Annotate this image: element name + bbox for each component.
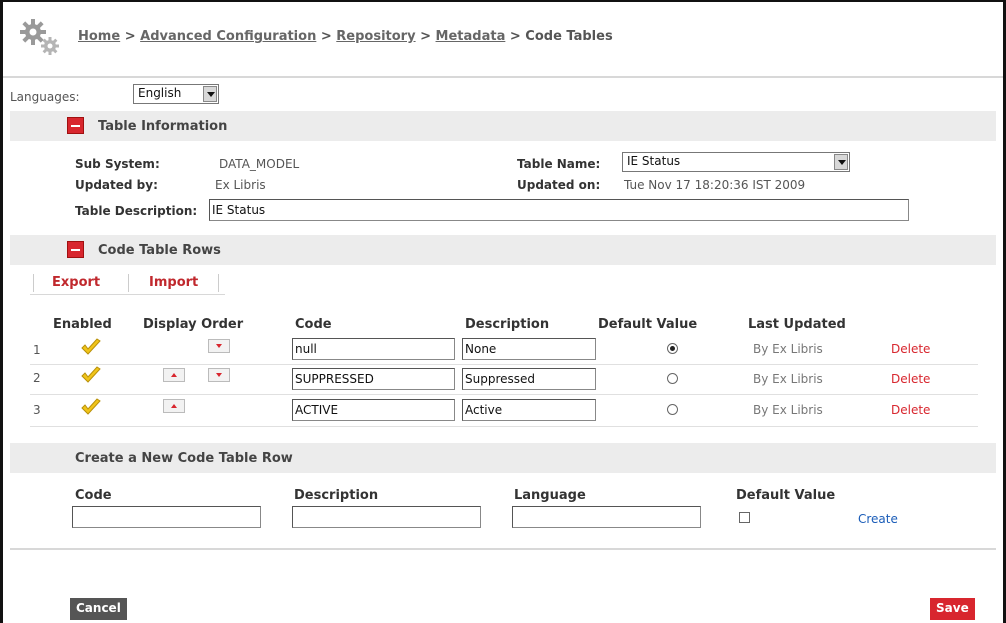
import-link[interactable]: Import	[149, 275, 198, 290]
export-link[interactable]: Export	[52, 275, 100, 290]
new-description-input[interactable]	[292, 506, 481, 528]
table-description-label: Table Description:	[75, 204, 198, 218]
updated-on-value: Tue Nov 17 18:20:36 IST 2009	[624, 178, 806, 192]
breadcrumb-separator: >	[415, 29, 436, 44]
breadcrumb-current: > Code Tables	[505, 29, 613, 44]
table-name-label: Table Name:	[517, 157, 601, 171]
delete-link[interactable]: Delete	[891, 403, 930, 417]
delete-link[interactable]: Delete	[891, 372, 930, 386]
new-code-label: Code	[75, 488, 112, 503]
save-button[interactable]: Save	[930, 598, 975, 620]
chevron-down-icon	[203, 86, 217, 102]
table-description-input[interactable]	[209, 199, 909, 221]
form-divider	[10, 548, 996, 550]
enabled-check-icon[interactable]	[80, 338, 102, 356]
code-table-rows-title: Code Table Rows	[98, 243, 221, 258]
description-input[interactable]	[462, 338, 596, 360]
tab-separator	[128, 274, 129, 292]
collapse-table-information-button[interactable]	[67, 117, 84, 134]
language-select[interactable]: English	[133, 84, 219, 104]
last-updated-value: By Ex Libris	[753, 372, 823, 386]
column-header-description: Description	[465, 317, 550, 332]
cancel-button[interactable]: Cancel	[70, 598, 127, 620]
row-divider	[30, 426, 978, 427]
new-code-input[interactable]	[72, 506, 261, 528]
new-description-label: Description	[294, 488, 379, 503]
default-value-radio[interactable]	[667, 373, 678, 384]
move-down-button[interactable]	[208, 368, 230, 382]
breadcrumb-separator: >	[316, 29, 337, 44]
column-header-enabled: Enabled	[53, 317, 112, 332]
column-header-last-updated: Last Updated	[748, 317, 846, 332]
move-up-button[interactable]	[163, 368, 185, 382]
updated-by-label: Updated by:	[75, 178, 158, 192]
gears-icon	[20, 19, 59, 55]
row-number: 3	[33, 403, 41, 417]
new-language-input[interactable]	[512, 506, 701, 528]
create-row-title: Create a New Code Table Row	[75, 451, 293, 466]
language-select-value: English	[138, 86, 182, 100]
breadcrumb-home-link[interactable]: Home	[78, 29, 120, 44]
column-header-code: Code	[295, 317, 332, 332]
description-input[interactable]	[462, 368, 596, 390]
breadcrumb-metadata-link[interactable]: Metadata	[436, 29, 506, 44]
row-divider	[30, 364, 978, 365]
enabled-check-icon[interactable]	[80, 366, 102, 384]
new-default-value-checkbox[interactable]	[739, 512, 750, 523]
updated-by-value: Ex Libris	[215, 178, 266, 192]
delete-link[interactable]: Delete	[891, 342, 930, 356]
row-number: 2	[33, 371, 41, 385]
default-value-radio[interactable]	[667, 404, 678, 415]
default-value-radio[interactable]	[667, 343, 678, 354]
header-divider	[3, 76, 1003, 78]
tab-separator	[218, 274, 219, 292]
breadcrumb: Home > Advanced Configuration > Reposito…	[78, 29, 613, 44]
new-default-value-label: Default Value	[736, 488, 836, 503]
toolbar-underline	[30, 294, 225, 295]
page-header: Home > Advanced Configuration > Reposito…	[3, 2, 1003, 76]
move-up-button[interactable]	[163, 399, 185, 413]
code-input[interactable]	[292, 368, 455, 390]
new-language-label: Language	[514, 488, 586, 503]
code-input[interactable]	[292, 399, 455, 421]
sub-system-value: DATA_MODEL	[219, 157, 300, 171]
last-updated-value: By Ex Libris	[753, 342, 823, 356]
tab-separator	[33, 274, 34, 292]
table-information-title: Table Information	[98, 119, 228, 134]
row-number: 1	[33, 343, 41, 357]
breadcrumb-advanced-configuration-link[interactable]: Advanced Configuration	[140, 29, 316, 44]
table-name-select[interactable]: IE Status	[622, 152, 850, 172]
breadcrumb-repository-link[interactable]: Repository	[336, 29, 415, 44]
breadcrumb-separator: >	[120, 29, 141, 44]
languages-label: Languages:	[10, 90, 80, 104]
updated-on-label: Updated on:	[517, 178, 601, 192]
column-header-default-value: Default Value	[598, 317, 698, 332]
description-input[interactable]	[462, 399, 596, 421]
table-name-select-value: IE Status	[627, 154, 681, 168]
sub-system-label: Sub System:	[75, 157, 160, 171]
chevron-down-icon	[834, 154, 848, 170]
collapse-code-table-rows-button[interactable]	[67, 241, 84, 258]
last-updated-value: By Ex Libris	[753, 403, 823, 417]
create-link[interactable]: Create	[858, 512, 898, 526]
move-down-button[interactable]	[208, 339, 230, 353]
enabled-check-icon[interactable]	[80, 398, 102, 416]
code-input[interactable]	[292, 338, 455, 360]
row-divider	[30, 394, 978, 395]
column-header-display-order: Display Order	[143, 317, 244, 332]
